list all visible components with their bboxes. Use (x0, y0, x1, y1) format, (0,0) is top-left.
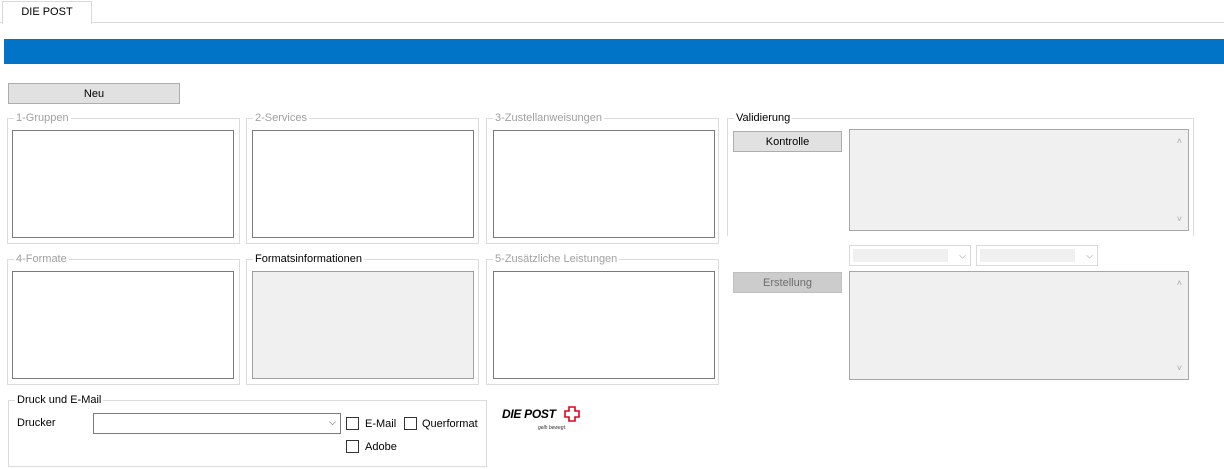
printer-label: Drucker (17, 417, 56, 429)
group-zustellanweisungen: 3-Zustellanweisungen (486, 112, 719, 244)
adobe-checkbox[interactable] (346, 440, 359, 453)
validierung-combo-1-value (853, 249, 948, 262)
scroll-up-icon[interactable]: ˄ (1177, 136, 1182, 146)
scroll-down-icon[interactable]: ˅ (1177, 363, 1182, 373)
validierung-combo-2-value (980, 249, 1075, 262)
scroll-up-icon[interactable]: ˄ (1177, 278, 1182, 288)
adobe-label: Adobe (365, 441, 397, 453)
die-post-logo: DIE POST gelb bewegt. (502, 406, 582, 436)
printer-select[interactable]: ⌵ (93, 413, 341, 434)
gruppen-listbox[interactable] (12, 130, 234, 238)
group-formate: 4-Formate (7, 253, 240, 385)
group-services-title: 2-Services (253, 112, 309, 124)
kontrolle-button[interactable]: Kontrolle (733, 131, 842, 152)
group-gruppen-title: 1-Gruppen (14, 112, 71, 124)
group-zusaetzliche-leistungen-title: 5-Zusätzliche Leistungen (493, 253, 620, 265)
erstellung-button[interactable]: Erstellung (733, 272, 842, 293)
new-button[interactable]: Neu (8, 83, 180, 104)
group-druck-email-title: Druck und E-Mail (15, 394, 104, 406)
group-zustellanweisungen-title: 3-Zustellanweisungen (493, 112, 605, 124)
email-checkbox[interactable] (346, 417, 359, 430)
kontrolle-output[interactable]: ˄ ˅ (849, 129, 1189, 231)
group-formate-title: 4-Formate (14, 253, 69, 265)
header-bar (4, 39, 1224, 64)
chevron-down-icon[interactable]: ⌵ (329, 417, 336, 428)
group-zusaetzliche-leistungen: 5-Zusätzliche Leistungen (486, 253, 719, 385)
formate-listbox[interactable] (12, 271, 234, 379)
formatsinformationen-box (252, 271, 474, 379)
zusaetzliche-leistungen-listbox[interactable] (493, 271, 715, 379)
scroll-down-icon[interactable]: ˅ (1177, 214, 1182, 224)
validierung-combo-1[interactable]: ⌵ (849, 245, 971, 266)
swiss-cross-icon (564, 406, 580, 422)
querformat-label: Querformat (422, 418, 478, 430)
tab-die-post[interactable]: DIE POST (2, 1, 92, 24)
group-services: 2-Services (246, 112, 479, 244)
erstellung-output[interactable]: ˄ ˅ (849, 271, 1189, 380)
validierung-combo-2[interactable]: ⌵ (976, 245, 1098, 266)
services-listbox[interactable] (252, 130, 474, 238)
logo-text: DIE POST (502, 407, 556, 421)
group-gruppen: 1-Gruppen (7, 112, 240, 244)
tab-strip (0, 0, 1224, 23)
chevron-down-icon[interactable]: ⌵ (1086, 250, 1093, 261)
group-formatsinformationen: Formatsinformationen (246, 253, 479, 385)
email-label: E-Mail (365, 418, 397, 430)
group-formatsinformationen-title: Formatsinformationen (253, 253, 364, 265)
logo-tagline: gelb bewegt. (538, 425, 567, 431)
zustellanweisungen-listbox[interactable] (493, 130, 715, 238)
querformat-checkbox[interactable] (404, 417, 417, 430)
chevron-down-icon[interactable]: ⌵ (959, 250, 966, 261)
group-validierung-title: Validierung (734, 112, 793, 124)
